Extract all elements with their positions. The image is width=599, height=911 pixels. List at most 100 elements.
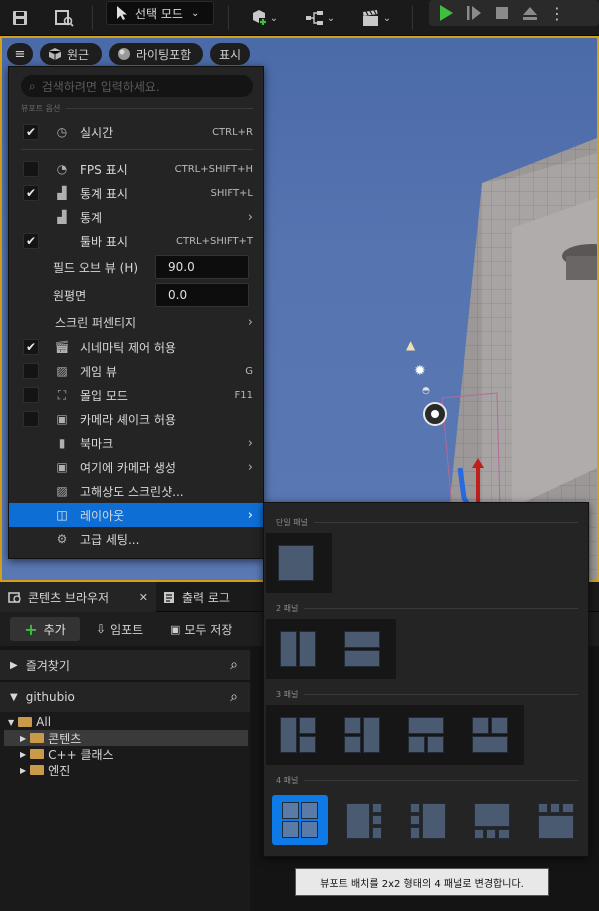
layout-3-pane-bottom-button[interactable] [468,713,512,757]
menu-item-label: 필드 오브 뷰 (H) [53,260,139,275]
layout-3-pane-top-button[interactable] [404,713,448,757]
menu-item-label: 고급 세팅... [80,532,140,547]
menu-item-game-view[interactable]: ▨ 게임 뷰 G [9,359,263,383]
chevron-down-icon: ⌄ [190,7,200,19]
bookmark-icon: ▮ [58,436,66,450]
layout-preview-icon [408,717,444,753]
close-icon[interactable]: ✕ [139,591,148,604]
menu-item-stats[interactable]: ▟ 통계 › [9,205,263,229]
viewport-menu-button[interactable]: ≡ [7,43,33,65]
layout-4-pane-right-button[interactable] [406,799,450,843]
layout-submenu: 단일 패널 2 패널 3 패널 4 패널 [263,502,589,857]
camera-shake-checkbox[interactable] [23,411,39,427]
add-actor-icon [252,10,267,26]
skylight-icon[interactable]: ▲ [406,338,415,352]
toolbar-checkbox[interactable]: ✔ [23,233,39,249]
stats-checkbox[interactable]: ✔ [23,185,39,201]
folder-icon [30,749,45,759]
menu-item-label: 시네마틱 제어 허용 [80,340,176,355]
tree-item-content[interactable]: ▶ 콘텐츠 [4,730,248,746]
menu-item-immersive[interactable]: ⛶ 몰입 모드 F11 [9,383,263,407]
favorites-section[interactable]: ▶ 즐겨찾기 ⌕ [0,650,250,680]
blueprint-icon [305,11,323,25]
advance-frame-icon[interactable] [463,1,485,25]
play-controls: ⋮ [429,0,599,26]
menu-item-hires-screenshot[interactable]: ▨ 고해상도 스크린샷... [9,479,263,503]
play-icon[interactable] [435,1,457,25]
shortcut-label: CTRL+SHIFT+H [174,163,253,175]
folder-icon [18,717,33,727]
menu-item-realtime[interactable]: ✔ ◷ 실시간 CTRL+R [9,120,263,144]
stop-icon[interactable] [491,1,513,25]
menu-item-bookmark[interactable]: ▮ 북마크 › [9,431,263,455]
layout-4-pane-bottom-button[interactable] [534,799,578,843]
fov-input[interactable]: 90.0 [155,255,249,279]
menu-item-label: 통계 [80,210,103,225]
cinematics-button[interactable]: ⌄ [356,6,396,30]
player-start-icon[interactable] [423,402,447,426]
view-mode-button[interactable]: 라이팅포함 [109,43,203,65]
sun-icon[interactable]: ✹ [414,363,426,379]
bar-chart-icon: ▟ [57,186,67,200]
tree-item-cpp[interactable]: ▶ C++ 클래스 [20,746,114,762]
menu-item-fps[interactable]: ◔ FPS 표시 CTRL+SHIFT+H [9,157,263,181]
mode-select-dropdown[interactable]: 선택 모드 ⌄ [106,1,214,25]
image-icon: ▨ [56,364,68,378]
menu-search-input[interactable]: ⌕ 검색하려면 입력하세요. [21,75,253,97]
menu-item-advanced[interactable]: ⚙ 고급 세팅... [9,527,263,551]
save-all-button[interactable]: ▣ 모두 저장 [170,617,232,641]
content-browser-icon [8,592,21,603]
section-one-pane: 단일 패널 [276,517,578,528]
cinematic-checkbox[interactable]: ✔ [23,339,39,355]
menu-item-cinematic[interactable]: ✔ 🎬︎ 시네마틱 제어 허용 [9,335,263,359]
menu-item-create-camera[interactable]: ▣ 여기에 카메라 생성 › [9,455,263,479]
layout-4-pane-2x2-button[interactable] [272,795,328,845]
tab-content-browser[interactable]: 콘텐츠 브라우저 ✕ [0,582,156,612]
gauge-icon: ◔ [56,162,68,176]
search-icon[interactable]: ⌕ [230,689,238,705]
four-pane-group [266,791,586,851]
main-toolbar: 선택 모드 ⌄ ⌄ ⌄ ⌄ ⋮ [0,0,599,36]
menu-item-layout[interactable]: ◫ 레이아웃 › [9,503,263,527]
tree-item-all[interactable]: ▼ All [8,714,51,730]
add-actor-button[interactable]: ⌄ [244,6,284,30]
project-section[interactable]: ▼ githubio ⌕ [0,682,250,712]
layout-4-pane-left-button[interactable] [342,799,386,843]
layout-3-pane-right-button[interactable] [340,713,384,757]
layout-4-pane-top-button[interactable] [470,799,514,843]
game-view-checkbox[interactable] [23,363,39,379]
browse-level-icon[interactable] [52,6,76,30]
perspective-button[interactable]: 원근 [40,43,102,65]
layout-2-pane-horizontal-button[interactable] [276,627,320,671]
more-options-icon[interactable]: ⋮ [549,1,565,25]
far-plane-value: 0.0 [168,288,188,302]
add-button[interactable]: + 추가 [10,617,80,641]
menu-item-camera-shake[interactable]: ▣ 카메라 셰이크 허용 [9,407,263,431]
plus-icon: + [24,619,38,639]
menu-item-stats-show[interactable]: ✔ ▟ 통계 표시 SHIFT+L [9,181,263,205]
menu-item-label: 게임 뷰 [80,364,117,379]
fog-icon[interactable]: ◓ [422,386,430,396]
menu-item-screen-percentage[interactable]: 스크린 퍼센티지 › [9,310,263,334]
fps-checkbox[interactable] [23,161,39,177]
show-button[interactable]: 표시 [210,43,250,65]
far-plane-input[interactable]: 0.0 [155,283,249,307]
tab-output-log[interactable]: 출력 로그 [162,582,230,612]
tree-item-engine[interactable]: ▶ 엔진 [20,762,70,778]
layout-preview-icon [278,545,314,581]
layout-2-pane-vertical-button[interactable] [340,627,384,671]
immersive-checkbox[interactable] [23,387,39,403]
layout-preview-icon [344,631,380,667]
realtime-checkbox[interactable]: ✔ [23,124,39,140]
layout-1-pane-button[interactable] [274,541,318,585]
blueprint-button[interactable]: ⌄ [300,6,340,30]
menu-item-label: 레이아웃 [80,508,125,523]
import-button[interactable]: ⇩ 임포트 [96,617,143,641]
tree-item-label: 콘텐츠 [48,731,82,746]
menu-item-toolbar-show[interactable]: ✔ 툴바 표시 CTRL+SHIFT+T [9,229,263,253]
search-icon[interactable]: ⌕ [230,657,238,673]
view-mode-label: 라이팅포함 [136,47,192,62]
eject-icon[interactable] [519,1,541,25]
save-icon[interactable] [8,6,32,30]
layout-3-pane-left-button[interactable] [276,713,320,757]
